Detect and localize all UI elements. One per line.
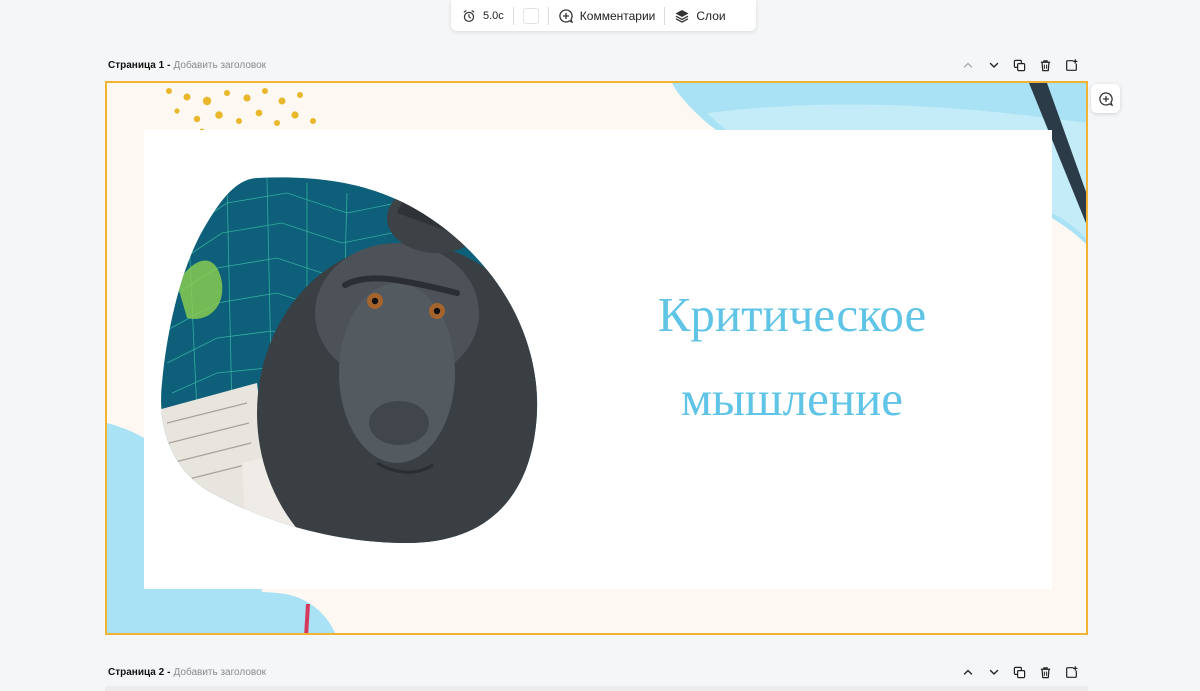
- alarm-clock-icon: [461, 8, 477, 24]
- layers-button[interactable]: Слои: [674, 8, 726, 24]
- timer-value: 5.0с: [483, 9, 504, 22]
- trash-icon: [1040, 666, 1051, 678]
- slide-canvas[interactable]: Критическое мышление: [105, 81, 1088, 635]
- background-color-swatch[interactable]: [522, 7, 539, 24]
- page-2-actions: [959, 664, 1080, 681]
- delete-page-button[interactable]: [1037, 664, 1054, 681]
- page-1-actions: [959, 57, 1080, 74]
- toolbar-divider: [547, 6, 549, 25]
- move-page-down-button[interactable]: [985, 664, 1002, 681]
- duplicate-page-button[interactable]: [1011, 57, 1028, 74]
- comment-plus-icon: [558, 8, 574, 24]
- trash-icon: [1040, 59, 1051, 71]
- delete-page-button[interactable]: [1037, 57, 1054, 74]
- comments-label: Комментарии: [579, 8, 656, 23]
- toolbar-divider: [512, 6, 514, 25]
- move-page-down-button[interactable]: [985, 57, 1002, 74]
- slide-title-line-2: мышление: [680, 371, 904, 426]
- comments-button[interactable]: Комментарии: [558, 8, 656, 24]
- top-toolbar: 5.0с Комментарии Слои: [451, 0, 756, 31]
- slide-title-line-1: Критическое: [657, 287, 927, 342]
- slide-artwork: [107, 83, 1086, 633]
- slide-title[interactable]: Критическое мышление: [647, 273, 937, 441]
- duplicate-icon: [1013, 666, 1026, 678]
- chevron-up-icon: [963, 669, 972, 675]
- chevron-down-icon: [989, 669, 998, 675]
- page-1-header: Страница 1 - Добавить заголовок: [108, 56, 1080, 74]
- duplicate-page-button[interactable]: [1011, 664, 1028, 681]
- comment-plus-icon: [1098, 91, 1113, 106]
- duplicate-icon: [1013, 59, 1026, 71]
- add-comment-button[interactable]: [1091, 84, 1120, 113]
- chevron-down-icon: [989, 62, 998, 68]
- page-title-separator: -: [167, 59, 171, 71]
- slide-2-canvas[interactable]: [105, 686, 1088, 691]
- add-page-button[interactable]: [1063, 664, 1080, 681]
- add-page-icon: [1066, 665, 1078, 678]
- page-title-separator: -: [167, 666, 171, 678]
- move-page-up-button[interactable]: [959, 664, 976, 681]
- add-page-button[interactable]: [1063, 57, 1080, 74]
- layers-label: Слои: [696, 8, 726, 23]
- move-page-up-button[interactable]: [959, 57, 976, 74]
- page-2-header: Страница 2 - Добавить заголовок: [108, 663, 1080, 681]
- timer-button[interactable]: 5.0с: [461, 8, 504, 24]
- toolbar-divider: [664, 6, 666, 25]
- page-title: Страница 2: [108, 666, 165, 678]
- chevron-up-icon: [963, 62, 972, 68]
- add-page-title-link[interactable]: Добавить заголовок: [174, 667, 267, 678]
- add-page-title-link[interactable]: Добавить заголовок: [174, 60, 267, 71]
- layers-icon: [674, 8, 690, 24]
- page-title: Страница 1: [108, 59, 165, 71]
- add-page-icon: [1066, 58, 1078, 71]
